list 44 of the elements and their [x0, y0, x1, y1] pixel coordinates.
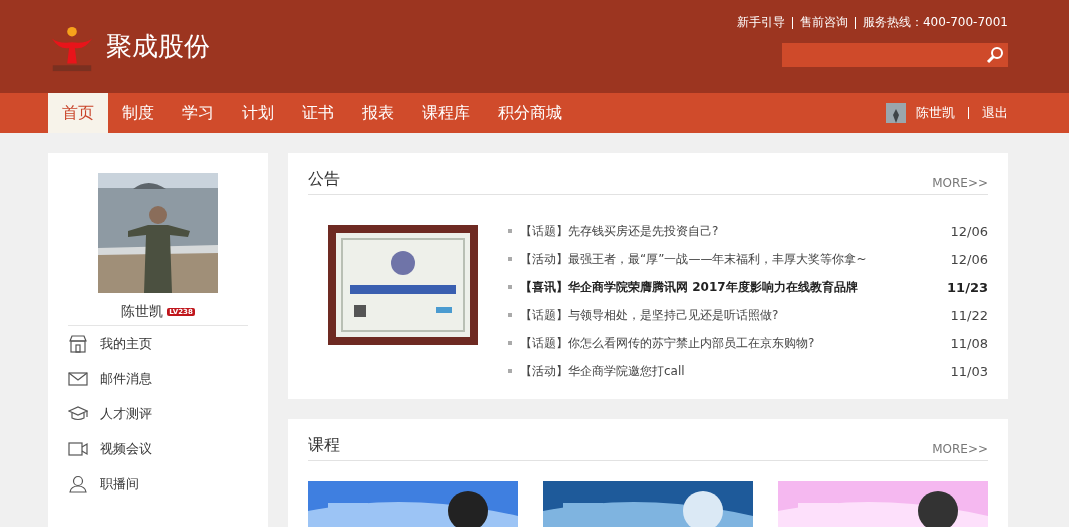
- mail-icon[interactable]: [68, 369, 88, 388]
- top-link[interactable]: 新手引导: [737, 14, 785, 31]
- nav-tab[interactable]: 积分商城: [484, 93, 576, 133]
- sidebar-item[interactable]: 人才测评: [100, 404, 152, 423]
- notice-link[interactable]: 【活动】最强王者，最“厚”一战——年末福利，丰厚大奖等你拿~: [520, 250, 943, 268]
- notice-link[interactable]: 【话题】先存钱买房还是先投资自己?: [520, 222, 943, 240]
- more-link[interactable]: MORE>>: [932, 442, 988, 456]
- more-link[interactable]: MORE>>: [932, 176, 988, 190]
- notice-link[interactable]: 【活动】华企商学院邀您打call: [520, 362, 943, 380]
- brand-name: 聚成股份: [106, 30, 210, 63]
- notice-link[interactable]: 【话题】你怎么看网传的苏宁禁止内部员工在京东购物?: [520, 334, 943, 352]
- cap-icon[interactable]: [68, 404, 88, 423]
- notice-link[interactable]: 【话题】与领导相处，是坚持己见还是听话照做?: [520, 306, 943, 324]
- nav-tab[interactable]: 报表: [348, 93, 408, 133]
- avatar-icon[interactable]: [886, 103, 906, 123]
- sidebar-item[interactable]: 邮件消息: [100, 369, 152, 388]
- sidebar-item[interactable]: 视频会议: [100, 439, 152, 458]
- nav-tab[interactable]: 学习: [168, 93, 228, 133]
- search-field[interactable]: [782, 43, 1008, 67]
- user-name: 陈世凯: [121, 303, 164, 321]
- section-title: 课程: [308, 435, 340, 456]
- sidebar-item[interactable]: 职播间: [100, 474, 139, 493]
- top-link[interactable]: 服务热线：400-700-7001: [863, 14, 1008, 31]
- notice-date: 11/03: [950, 363, 988, 379]
- nav-tab[interactable]: 首页: [48, 93, 108, 133]
- notice-date: 12/06: [950, 223, 988, 239]
- video-icon[interactable]: [68, 439, 88, 458]
- sidebar-item[interactable]: 我的主页: [100, 334, 152, 353]
- nav-tab[interactable]: 制度: [108, 93, 168, 133]
- nav-tab[interactable]: 证书: [288, 93, 348, 133]
- notice-date: 11/08: [950, 335, 988, 351]
- top-link[interactable]: 售前咨询: [800, 14, 848, 31]
- user-icon[interactable]: [68, 474, 88, 493]
- store-icon[interactable]: [68, 334, 88, 353]
- notice-date: 11/22: [950, 307, 988, 323]
- section-title: 公告: [308, 169, 340, 190]
- nav-tab[interactable]: 计划: [228, 93, 288, 133]
- logout-link[interactable]: 退出: [982, 104, 1008, 122]
- notice-link[interactable]: 【喜讯】华企商学院荣膺腾讯网 2017年度影响力在线教育品牌: [520, 278, 940, 296]
- nav-tab[interactable]: 课程库: [408, 93, 484, 133]
- search-icon[interactable]: [986, 46, 1004, 64]
- notice-date: 12/06: [950, 251, 988, 267]
- user-link[interactable]: 陈世凯: [916, 104, 955, 122]
- notice-date: 11/23: [947, 279, 988, 295]
